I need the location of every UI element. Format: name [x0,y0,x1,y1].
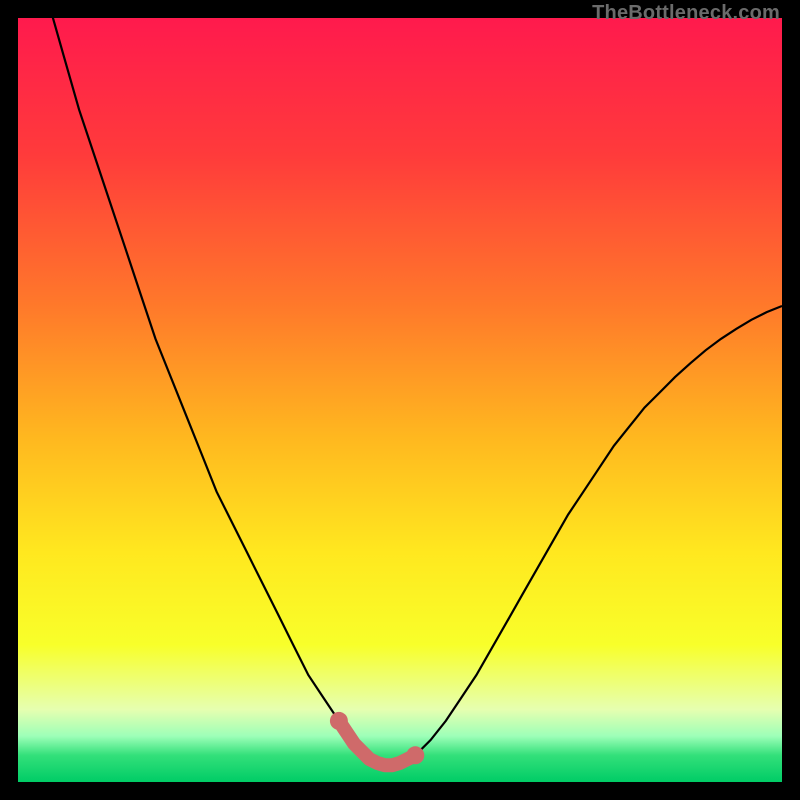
plot-area [18,18,782,782]
curve-line [18,18,782,765]
watermark-text: TheBottleneck.com [592,2,780,25]
bottleneck-curve [18,18,782,782]
bottom-marker-band [339,721,415,765]
chart-frame: TheBottleneck.com [0,0,800,800]
